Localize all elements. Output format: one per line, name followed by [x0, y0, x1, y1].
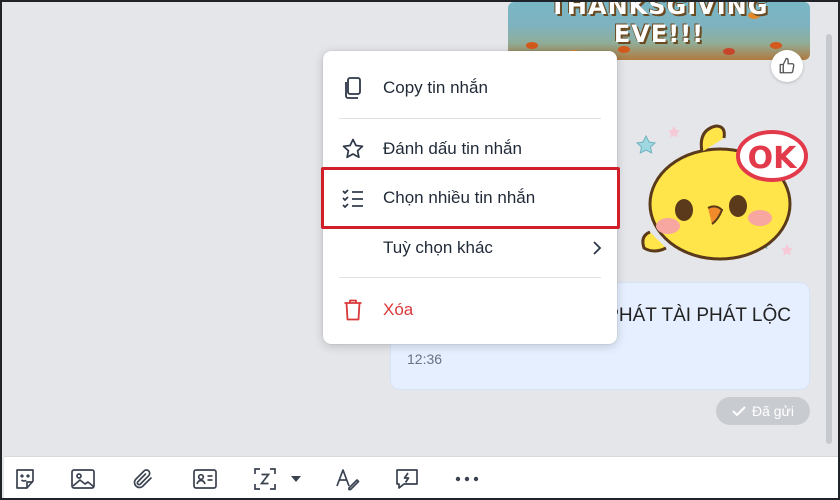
menu-item-bookmark[interactable]: Đánh dấu tin nhắn — [323, 126, 617, 172]
contact-card-icon — [193, 469, 217, 489]
chevron-right-icon — [593, 241, 602, 255]
like-button[interactable] — [771, 50, 803, 82]
composer-toolbar — [4, 456, 838, 498]
scrollbar-thumb[interactable] — [826, 34, 832, 444]
sent-status-badge: Đã gửi — [716, 397, 810, 425]
menu-item-label: Xóa — [383, 300, 414, 319]
check-icon — [732, 406, 746, 417]
thumbs-up-icon — [779, 57, 795, 74]
sticker-message[interactable]: OK — [632, 114, 812, 264]
image-icon — [71, 469, 95, 489]
leaf-decoration — [723, 48, 735, 55]
menu-divider — [339, 277, 601, 278]
message-time: 12:36 — [407, 351, 443, 367]
menu-item-label: Copy tin nhắn — [383, 78, 488, 97]
quick-message-icon — [396, 469, 418, 489]
chick-ok-sticker: OK — [635, 124, 808, 261]
screenshot-icon — [254, 468, 276, 490]
star-icon — [342, 138, 364, 159]
more-button[interactable] — [450, 463, 484, 495]
scrollbar[interactable] — [824, 4, 834, 456]
more-icon — [455, 476, 479, 482]
attachment-icon — [133, 469, 152, 489]
trash-icon — [344, 299, 362, 321]
highlight-annotation — [321, 167, 620, 229]
gif-caption-line2: EVE!!! — [613, 20, 705, 48]
menu-item-label: Tuỳ chọn khác — [383, 238, 493, 257]
chevron-down-icon — [291, 476, 301, 482]
menu-item-label: Đánh dấu tin nhắn — [383, 139, 522, 158]
chat-window: THANKSGIVING EVE!!! OK PHÁT TÀI PHÁT LỘC… — [0, 0, 840, 500]
image-button[interactable] — [66, 463, 100, 495]
message-list: THANKSGIVING EVE!!! OK PHÁT TÀI PHÁT LỘC… — [4, 2, 824, 456]
quick-message-button[interactable] — [390, 463, 424, 495]
attachment-button[interactable] — [126, 463, 160, 495]
sent-status-label: Đã gửi — [751, 403, 795, 419]
sticker-icon — [16, 469, 34, 489]
menu-item-copy[interactable]: Copy tin nhắn — [323, 65, 617, 111]
menu-divider — [339, 118, 601, 119]
menu-item-delete[interactable]: Xóa — [323, 287, 617, 333]
text-format-icon — [336, 469, 360, 491]
screenshot-options-button[interactable] — [286, 463, 306, 495]
sticker-button[interactable] — [8, 463, 42, 495]
screenshot-button[interactable] — [248, 463, 282, 495]
message-text: PHÁT TÀI PHÁT LỘC — [606, 305, 791, 326]
contact-card-button[interactable] — [188, 463, 222, 495]
sticker-ok-text: OK — [748, 141, 799, 176]
gif-caption-line1: THANKSGIVING — [549, 2, 769, 20]
copy-icon — [345, 77, 361, 99]
text-format-button[interactable] — [330, 463, 364, 495]
menu-item-more-options[interactable]: Tuỳ chọn khác — [323, 225, 617, 271]
